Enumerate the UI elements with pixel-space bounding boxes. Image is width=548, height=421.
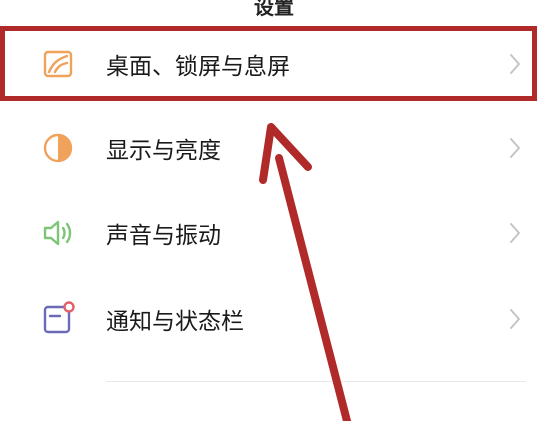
page-title: 设置 bbox=[254, 0, 294, 19]
brightness-icon bbox=[43, 133, 73, 163]
list-divider bbox=[106, 381, 526, 382]
settings-item-notifications-statusbar[interactable]: 通知与状态栏 bbox=[0, 277, 548, 361]
chevron-right-icon bbox=[510, 138, 520, 158]
settings-item-label: 声音与振动 bbox=[106, 223, 221, 249]
settings-item-label: 桌面、锁屏与息屏 bbox=[106, 54, 290, 80]
settings-item-sound-vibration[interactable]: 声音与振动 bbox=[0, 191, 548, 275]
chevron-right-icon bbox=[510, 223, 520, 243]
settings-item-desktop-lockscreen[interactable]: 桌面、锁屏与息屏 bbox=[0, 22, 548, 106]
chevron-right-icon bbox=[510, 54, 520, 74]
notification-icon bbox=[43, 301, 75, 334]
wallpaper-icon bbox=[43, 50, 73, 78]
chevron-right-icon bbox=[510, 309, 520, 329]
settings-item-display-brightness[interactable]: 显示与亮度 bbox=[0, 106, 548, 190]
speaker-icon bbox=[43, 220, 72, 246]
settings-item-label: 显示与亮度 bbox=[106, 138, 221, 164]
settings-item-label: 通知与状态栏 bbox=[106, 309, 244, 335]
